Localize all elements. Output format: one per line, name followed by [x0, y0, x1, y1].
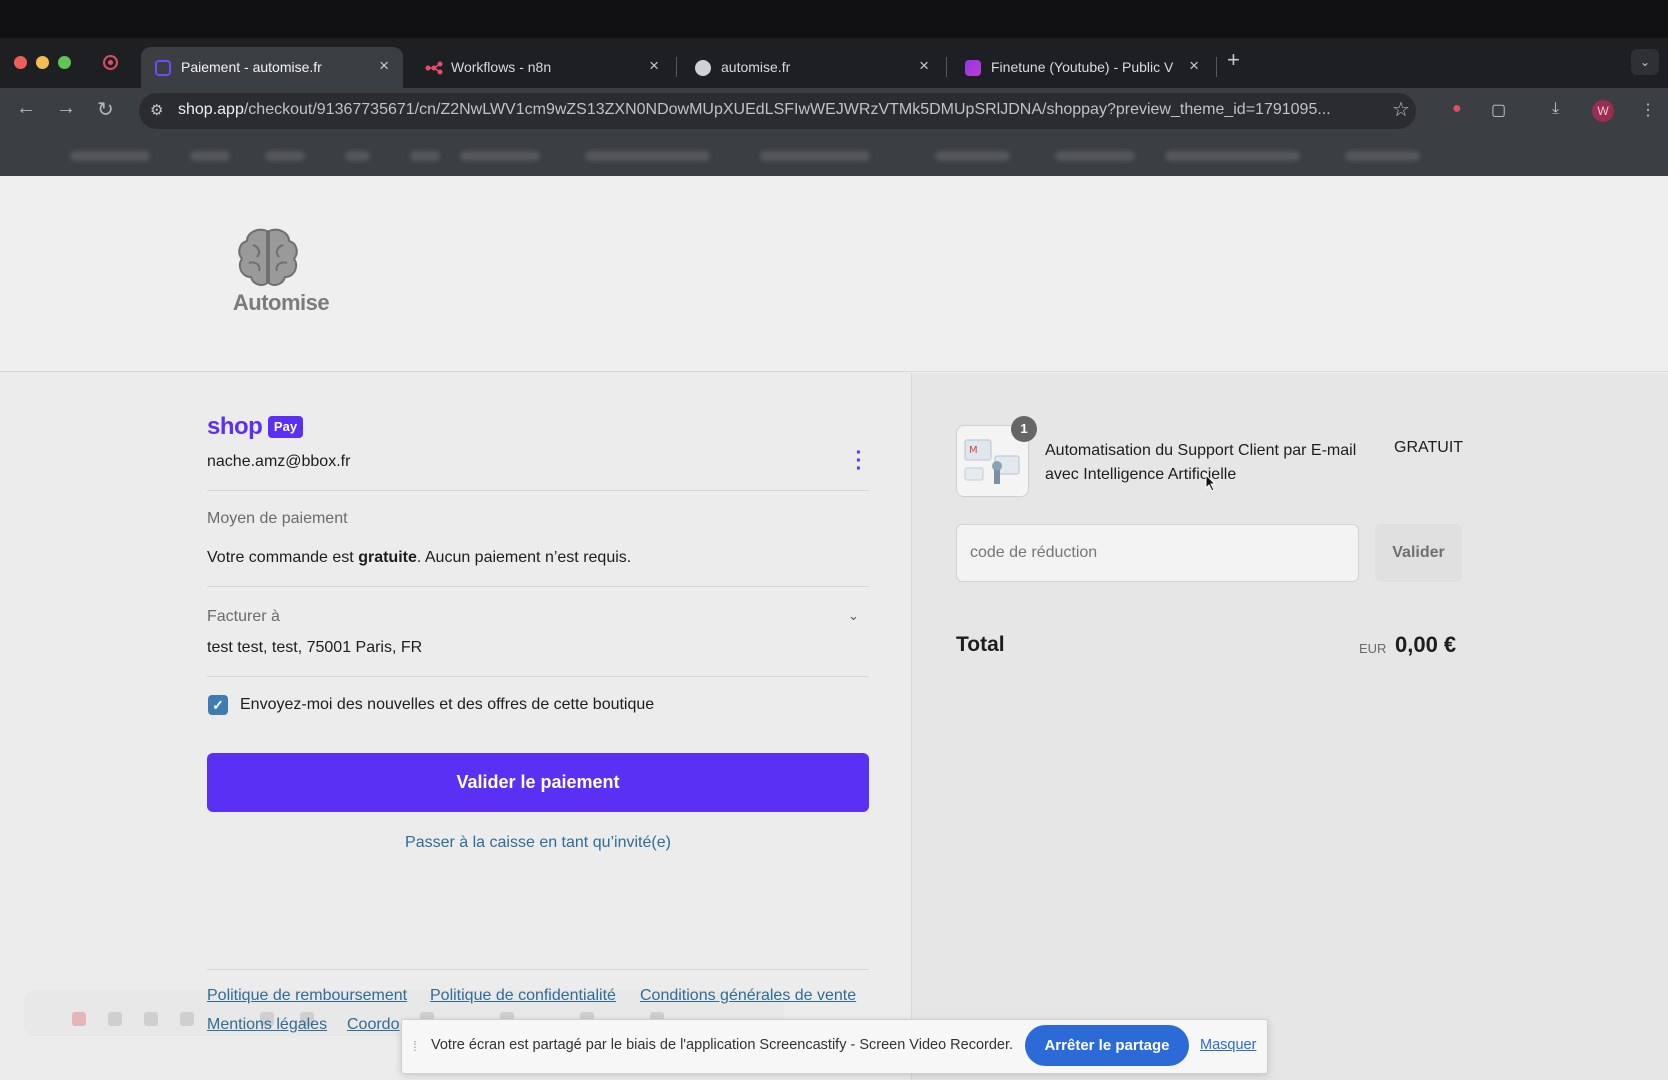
browser-menu-icon[interactable]: ⋮ [1640, 100, 1656, 120]
payment-method-label: Moyen de paiement [207, 510, 348, 527]
currency-code: EUR [1359, 641, 1387, 656]
restart-icon[interactable] [144, 1012, 158, 1026]
tab-separator [1216, 57, 1217, 77]
free-order-suffix: . Aucun paiement n’est requis. [416, 549, 632, 566]
tab-search-button[interactable]: ⌄ [1631, 49, 1659, 75]
new-tab-button[interactable]: + [1227, 47, 1240, 73]
screen-top-band [0, 0, 1668, 38]
product-price: GRATUIT [1394, 439, 1464, 456]
download-icon[interactable]: ⤓ [1552, 100, 1559, 118]
newsletter-checkbox[interactable]: ✓ [208, 695, 228, 715]
bookmark-star-icon[interactable]: ☆ [1392, 97, 1410, 122]
stop-sharing-button[interactable]: Arrêter le partage [1025, 1025, 1189, 1066]
contact-info-link[interactable]: Coordo [347, 1016, 399, 1034]
url-host: shop.app [178, 101, 244, 118]
account-email: nache.amz@bbox.fr [207, 453, 351, 470]
finetune-favicon-icon [965, 60, 981, 76]
total-label: Total [956, 633, 1005, 656]
checkout-main-column [0, 373, 912, 1080]
record-stop-icon[interactable] [72, 1012, 86, 1026]
bookmark-item[interactable] [1055, 151, 1135, 161]
total-amount: 0,00 € [1395, 632, 1457, 657]
screen-share-message: Votre écran est partagé par le biais de … [431, 1037, 1014, 1053]
divider [207, 490, 869, 491]
billing-label: Facturer à [207, 608, 280, 625]
bookmark-item[interactable] [345, 151, 370, 161]
tab-paiement[interactable]: Paiement - automise.fr × [141, 47, 403, 88]
privacy-policy-link[interactable]: Politique de confidentialité [430, 987, 616, 1005]
profile-avatar[interactable]: W [1592, 100, 1614, 122]
tab-title: Paiement - automise.fr [181, 59, 322, 75]
drag-handle-icon[interactable]: ⁞ [413, 1038, 417, 1054]
bookmark-item[interactable] [1165, 151, 1300, 161]
extensions-puzzle-icon[interactable]: ▢ [1491, 100, 1506, 120]
terms-of-sale-link[interactable]: Conditions générales de vente [640, 987, 856, 1005]
maximize-window-button[interactable] [58, 56, 71, 69]
bookmark-item[interactable] [265, 151, 305, 161]
close-tab-icon[interactable]: × [919, 56, 929, 76]
brand-logo-text: Automise [232, 290, 330, 315]
submit-payment-button[interactable]: Valider le paiement [207, 753, 869, 812]
address-url[interactable]: shop.app/checkout/91367735671/cn/Z2NwLWV… [178, 101, 1373, 119]
recording-indicator-icon [103, 55, 118, 70]
divider [207, 676, 869, 677]
tab-title: Workflows - n8n [451, 59, 552, 75]
quantity-badge: 1 [1011, 416, 1037, 442]
divider [207, 586, 869, 587]
legal-notice-link[interactable]: Mentions légales [207, 1016, 327, 1034]
bookmark-item[interactable] [410, 151, 440, 161]
discount-code-input[interactable] [956, 524, 1359, 582]
hide-share-bar-link[interactable]: Masquer [1200, 1037, 1256, 1053]
bookmark-item[interactable] [70, 151, 150, 161]
site-settings-icon[interactable]: ⚙ [150, 101, 163, 119]
bookmark-item[interactable] [585, 151, 710, 161]
bookmark-item[interactable] [760, 151, 870, 161]
apply-discount-button[interactable]: Valider [1375, 524, 1462, 582]
close-tab-icon[interactable]: × [649, 56, 659, 76]
tab-workflows-n8n[interactable]: Workflows - n8n × [411, 47, 673, 88]
billing-address: test test, test, 75001 Paris, FR [207, 639, 423, 656]
tab-automise[interactable]: automise.fr × [681, 47, 943, 88]
close-tab-icon[interactable]: × [1189, 56, 1199, 76]
extension-record-icon[interactable]: ● [1452, 100, 1462, 118]
free-order-text: Votre commande est gratuite. Aucun paiem… [207, 549, 631, 567]
url-path: /checkout/91367735671/cn/Z2NwLWV1cm9wZS1… [243, 101, 1331, 118]
tab-title: Finetune (Youtube) - Public V [991, 59, 1174, 75]
refund-policy-link[interactable]: Politique de remboursement [207, 987, 407, 1005]
pay-badge: Pay [268, 416, 303, 438]
shop-pay-logo: shop [207, 413, 263, 440]
forward-arrow-icon[interactable]: → [56, 97, 76, 120]
close-window-button[interactable] [14, 56, 27, 69]
free-order-bold: gratuite [358, 549, 417, 566]
n8n-favicon-icon [425, 60, 443, 76]
free-order-prefix: Votre commande est [207, 549, 359, 566]
bookmark-item[interactable] [935, 151, 1010, 161]
tab-separator [946, 57, 947, 77]
newsletter-label: Envoyez-moi des nouvelles et des offres … [240, 696, 655, 713]
delete-icon[interactable] [180, 1012, 194, 1026]
divider [207, 969, 869, 970]
more-options-icon[interactable]: · · · [853, 443, 865, 479]
mouse-cursor-icon [1205, 473, 1217, 497]
tab-title: automise.fr [721, 59, 791, 75]
back-arrow-icon[interactable]: ← [16, 97, 36, 120]
shop-favicon-icon [155, 60, 171, 76]
tab-separator [676, 57, 677, 77]
pause-icon[interactable] [108, 1012, 122, 1026]
bookmark-item[interactable] [1345, 151, 1420, 161]
bookmark-item[interactable] [190, 151, 230, 161]
chevron-down-icon[interactable]: ⌄ [848, 608, 859, 624]
brain-favicon-icon [695, 60, 711, 76]
bookmark-item[interactable] [460, 151, 540, 161]
tab-finetune[interactable]: Finetune (Youtube) - Public V × [951, 47, 1213, 88]
minimize-window-button[interactable] [36, 56, 49, 69]
svg-text:M: M [969, 445, 978, 456]
reload-icon[interactable]: ↻ [97, 97, 114, 122]
guest-checkout-link[interactable]: Passer à la caisse en tant qu’invité(e) [207, 834, 869, 852]
close-tab-icon[interactable]: × [379, 56, 389, 76]
